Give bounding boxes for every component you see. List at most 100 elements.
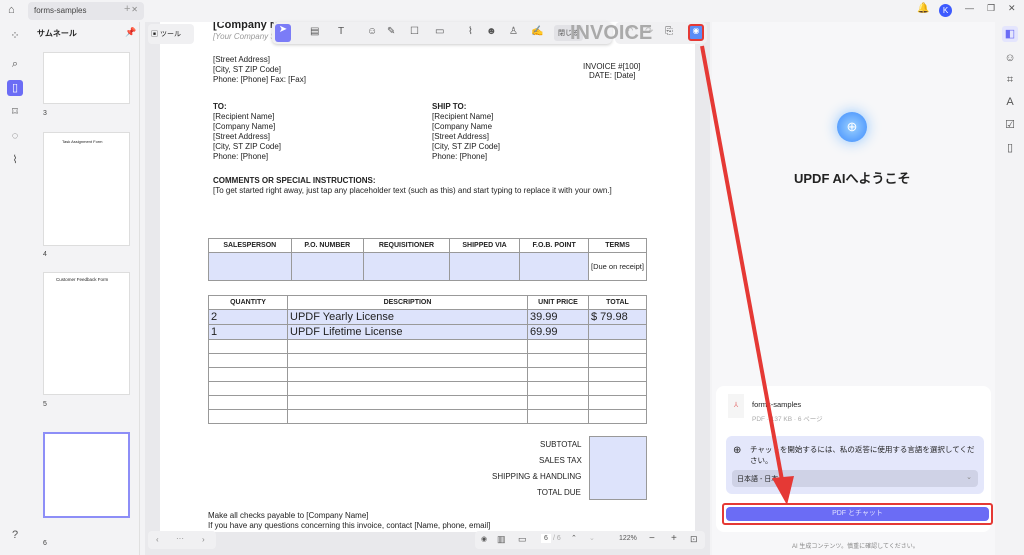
attachment-icon[interactable]: ⌇ xyxy=(7,152,23,168)
translate-icon[interactable]: A xyxy=(1002,94,1018,110)
ship-line[interactable]: [Recipient Name] xyxy=(432,112,493,121)
invoice-date[interactable]: DATE: [Date] xyxy=(589,71,636,80)
price-cell[interactable]: 39.99 xyxy=(527,309,589,325)
to-line[interactable]: [Recipient Name] xyxy=(213,112,274,121)
back-icon[interactable]: ‹ xyxy=(156,535,159,544)
attachment-icon[interactable]: ⌇ xyxy=(468,26,473,37)
address-line[interactable]: [Street Address] xyxy=(213,55,270,64)
thumbnail-page-5[interactable]: Customer Feedback Form xyxy=(43,272,130,395)
ai-assistant-icon[interactable]: ◉ xyxy=(688,24,704,41)
ai-summary-icon[interactable]: ☺ xyxy=(1002,50,1018,66)
th: P.O. NUMBER xyxy=(290,238,364,253)
zoom-out-icon[interactable]: − xyxy=(649,533,655,544)
forward-icon[interactable]: › xyxy=(202,535,205,544)
text-box-icon[interactable]: ▤ xyxy=(310,26,319,37)
ship-line[interactable]: [Company Name xyxy=(432,122,492,131)
field[interactable] xyxy=(290,252,364,281)
sticker-icon[interactable]: ☻ xyxy=(486,26,497,37)
page-input[interactable]: 6 xyxy=(541,534,551,543)
to-line[interactable]: [Street Address] xyxy=(213,132,270,141)
nav-controls: ‹ ··· › xyxy=(148,531,216,549)
thumbnail-page-6[interactable] xyxy=(43,432,130,518)
thumb-title: Task Assignment Form xyxy=(62,139,103,144)
prev-page-icon[interactable]: ⌃ xyxy=(571,534,577,542)
welcome-title: UPDF AIへようこそ xyxy=(794,171,911,186)
disclaimer: AI 生成コンテンツ。慎重に確認してください。 xyxy=(792,544,919,550)
footer-line[interactable]: Make all checks payable to [Company Name… xyxy=(208,511,369,520)
comment-icon[interactable]: ☺ xyxy=(367,26,377,37)
ocr-icon[interactable]: ⌗ xyxy=(1002,72,1018,88)
table-row xyxy=(208,409,647,424)
total-cell[interactable] xyxy=(588,324,647,340)
totals-fields[interactable] xyxy=(589,436,647,500)
avatar[interactable]: K xyxy=(939,4,952,17)
thumbnail-page-3[interactable] xyxy=(43,52,130,104)
total-cell[interactable]: $ 79.98 xyxy=(588,309,647,325)
field-icon[interactable]: ▭ xyxy=(435,26,444,37)
qty-cell[interactable]: 1 xyxy=(208,324,288,340)
desc-cell[interactable]: UPDF Yearly License xyxy=(287,309,528,325)
notification-icon[interactable]: 🔔 xyxy=(917,3,929,14)
comment-icon[interactable]: ◌ xyxy=(7,128,23,144)
language-select[interactable]: 日本語 - 日本 ⌄ xyxy=(732,470,978,487)
address-line[interactable]: [City, ST ZIP Code] xyxy=(213,65,281,74)
ship-line[interactable]: [City, ST ZIP Code] xyxy=(432,142,500,151)
field[interactable] xyxy=(208,252,292,281)
zoom-in-icon[interactable]: + xyxy=(671,533,677,544)
th: UNIT PRICE xyxy=(527,295,589,310)
restore-icon[interactable]: ❐ xyxy=(987,3,995,14)
table-row xyxy=(208,367,647,382)
thumbnail-icon[interactable]: ▯ xyxy=(7,80,23,96)
tools-button[interactable]: ▣ ツール xyxy=(148,24,194,44)
tab-title: forms-samples xyxy=(34,6,87,15)
form-icon[interactable]: ☑ xyxy=(1002,117,1018,133)
desc-cell[interactable]: UPDF Lifetime License xyxy=(287,324,528,340)
home-icon[interactable]: ⌂ xyxy=(8,4,15,16)
text-icon[interactable]: T xyxy=(338,26,344,37)
signature-icon[interactable]: ✍ xyxy=(531,26,543,37)
price-cell[interactable]: 69.99 xyxy=(527,324,589,340)
highlighter-icon[interactable]: ✎ xyxy=(387,26,395,37)
shape-icon[interactable]: ☐ xyxy=(410,26,419,37)
stamp-icon[interactable]: ♙ xyxy=(509,26,518,37)
total-due-label: TOTAL DUE xyxy=(537,488,581,497)
address-line[interactable]: Phone: [Phone] Fax: [Fax] xyxy=(213,75,306,84)
ship-line[interactable]: [Street Address] xyxy=(432,132,489,141)
comment-mode-icon[interactable]: ▭ xyxy=(518,534,527,545)
book-icon[interactable]: ▯ xyxy=(1002,140,1018,156)
to-line[interactable]: [City, ST ZIP Code] xyxy=(213,142,281,151)
search-icon[interactable]: ⌕ xyxy=(7,56,23,72)
tab-bar: ⌂ forms-samples ✕ + 🔔 K — ❐ ✕ xyxy=(0,0,1024,22)
invoice-number[interactable]: INVOICE #[100] xyxy=(583,62,640,71)
field[interactable] xyxy=(362,252,450,281)
help-icon[interactable]: ? xyxy=(7,527,23,543)
field[interactable] xyxy=(519,252,589,281)
comments-text[interactable]: [To get started right away, just tap any… xyxy=(213,186,612,195)
close-window-icon[interactable]: ✕ xyxy=(1008,3,1016,14)
field[interactable] xyxy=(448,252,521,281)
chat-with-pdf-button[interactable]: PDF とチャット xyxy=(726,507,989,521)
pin-icon[interactable]: 📌 xyxy=(125,27,136,38)
bookmark-icon[interactable]: ⌑ xyxy=(7,104,23,120)
thumbnail-page-4[interactable]: Task Assignment Form xyxy=(43,132,130,246)
grid-icon[interactable]: ⁘ xyxy=(7,28,23,44)
footer-line[interactable]: If you have any questions concerning thi… xyxy=(208,521,490,530)
to-line[interactable]: Phone: [Phone] xyxy=(213,152,268,161)
zoom-level[interactable]: 122% xyxy=(619,535,637,542)
chat-icon[interactable]: ◧ xyxy=(1002,26,1018,42)
terms-cell[interactable]: [Due on receipt] xyxy=(588,252,647,281)
minimize-icon[interactable]: — xyxy=(965,3,974,13)
to-line[interactable]: [Company Name] xyxy=(213,122,275,131)
new-tab-icon[interactable]: + xyxy=(124,3,130,15)
fit-page-icon[interactable]: ⊡ xyxy=(690,534,698,545)
next-page-icon[interactable]: ⌄ xyxy=(589,534,595,542)
close-icon[interactable]: ✕ xyxy=(131,5,138,14)
qty-cell[interactable]: 2 xyxy=(208,309,288,325)
select-icon[interactable]: ➤ xyxy=(275,24,291,42)
th: DESCRIPTION xyxy=(287,295,528,310)
invoice-heading: INVOICE xyxy=(570,22,653,44)
more-icon[interactable]: ··· xyxy=(176,534,184,543)
clipboard-icon[interactable]: ⎘ xyxy=(665,26,673,37)
ship-line[interactable]: Phone: [Phone] xyxy=(432,152,487,161)
page-layout-icon[interactable]: ▥ xyxy=(497,534,506,545)
